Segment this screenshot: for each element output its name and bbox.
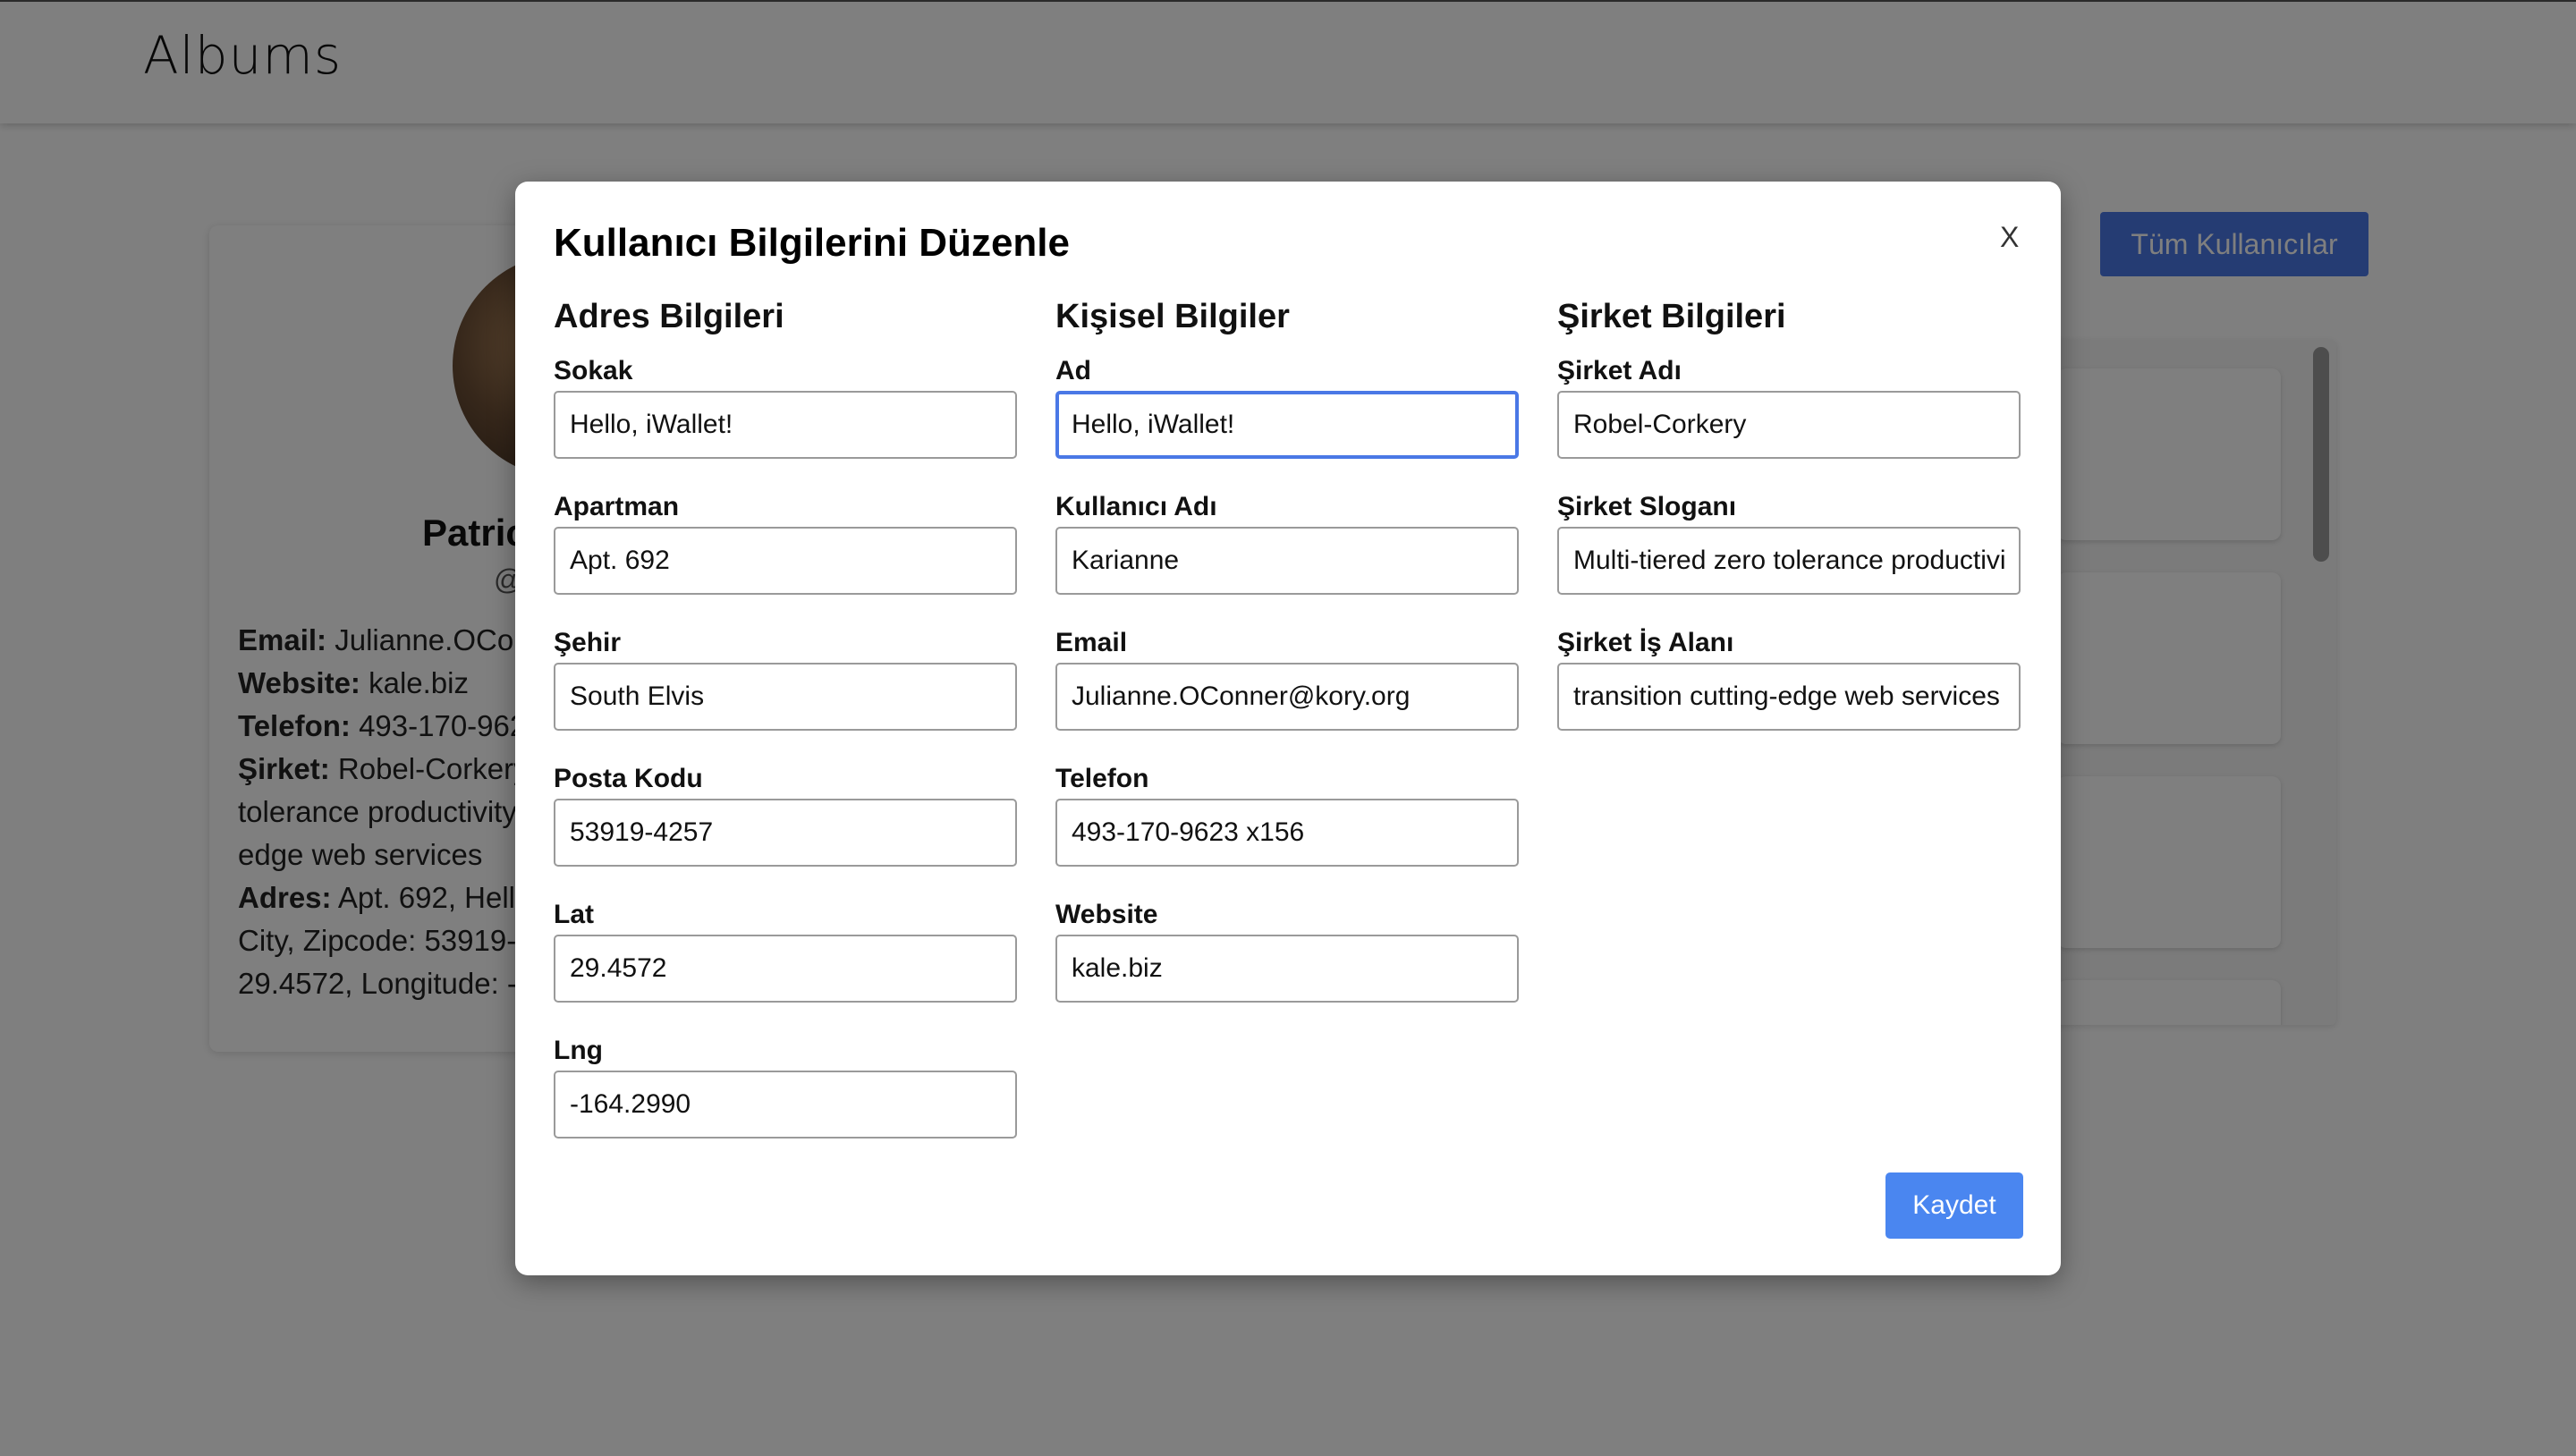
street-input[interactable] — [554, 391, 1017, 459]
website-field-group: Website — [1055, 897, 1521, 1029]
company-bs-input[interactable] — [1557, 663, 2021, 731]
website-input[interactable] — [1055, 935, 1519, 1003]
address-section-title: Adres Bilgileri — [554, 298, 784, 335]
lng-label: Lng — [554, 1036, 603, 1065]
company-name-label: Şirket Adı — [1557, 356, 1682, 385]
company-name-input[interactable] — [1557, 391, 2021, 459]
website-label: Website — [1055, 900, 1158, 929]
street-field-group: Sokak — [554, 353, 1019, 486]
company-slogan-label: Şirket Sloganı — [1557, 492, 1737, 521]
company-bs-field-group: Şirket İş Alanı — [1557, 625, 2022, 758]
address-section: Adres Bilgileri Sokak Apartman Şehir Pos… — [554, 298, 1019, 1165]
name-label: Ad — [1055, 356, 1091, 385]
zip-label: Posta Kodu — [554, 764, 703, 793]
email-field[interactable] — [1055, 663, 1519, 731]
modal-title: Kullanıcı Bilgilerini Düzenle — [554, 221, 1070, 265]
phone-input[interactable] — [1055, 799, 1519, 867]
company-name-field-group: Şirket Adı — [1557, 353, 2022, 486]
lng-input[interactable] — [554, 1071, 1017, 1139]
street-label: Sokak — [554, 356, 633, 385]
lng-field-group: Lng — [554, 1033, 1019, 1165]
lat-field-group: Lat — [554, 897, 1019, 1029]
suite-field-group: Apartman — [554, 489, 1019, 622]
company-section-title: Şirket Bilgileri — [1557, 298, 1786, 335]
lat-label: Lat — [554, 900, 594, 929]
suite-input[interactable] — [554, 527, 1017, 595]
email-label: Email — [1055, 628, 1128, 657]
lat-input[interactable] — [554, 935, 1017, 1003]
city-field-group: Şehir — [554, 625, 1019, 758]
company-slogan-input[interactable] — [1557, 527, 2021, 595]
zip-field-group: Posta Kodu — [554, 761, 1019, 893]
edit-user-modal: Kullanıcı Bilgilerini Düzenle X Adres Bi… — [515, 182, 2061, 1275]
save-button[interactable]: Kaydet — [1885, 1172, 2023, 1239]
company-bs-label: Şirket İş Alanı — [1557, 628, 1734, 657]
email-field-group: Email — [1055, 625, 1521, 758]
zipcode-input[interactable] — [554, 799, 1017, 867]
username-input[interactable] — [1055, 527, 1519, 595]
name-input[interactable] — [1055, 391, 1519, 459]
company-slogan-field-group: Şirket Sloganı — [1557, 489, 2022, 622]
phone-label: Telefon — [1055, 764, 1149, 793]
city-input[interactable] — [554, 663, 1017, 731]
suite-label: Apartman — [554, 492, 680, 521]
phone-field-group: Telefon — [1055, 761, 1521, 893]
username-field-group: Kullanıcı Adı — [1055, 489, 1521, 622]
close-button[interactable]: X — [2000, 221, 2019, 254]
username-label: Kullanıcı Adı — [1055, 492, 1217, 521]
company-section: Şirket Bilgileri Şirket Adı Şirket Sloga… — [1557, 298, 2022, 758]
name-field-group: Ad — [1055, 353, 1521, 486]
personal-section-title: Kişisel Bilgiler — [1055, 298, 1290, 335]
personal-section: Kişisel Bilgiler Ad Kullanıcı Adı Email … — [1055, 298, 1521, 1029]
city-label: Şehir — [554, 628, 622, 657]
